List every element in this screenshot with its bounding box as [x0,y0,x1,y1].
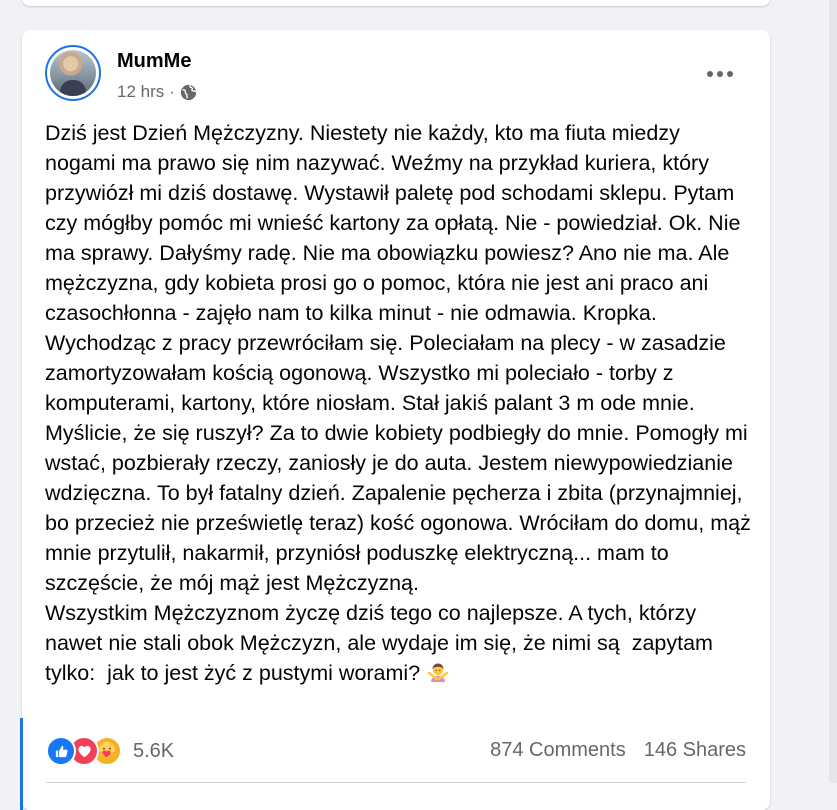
post-body: Dziś jest Dzień Mężczyzny. Niestety nie … [45,118,755,688]
woman-gesturing-no-emoji [426,660,450,684]
shares-count-link[interactable]: 146 Shares [644,736,746,764]
avatar[interactable] [45,45,101,101]
post-meta: 12 hrs · [117,82,197,102]
post-text: Dziś jest Dzień Mężczyzny. Niestety nie … [45,121,751,685]
previous-post-card [22,0,770,6]
more-options-icon[interactable] [702,58,738,90]
meta-separator: · [169,82,175,101]
selection-indicator [20,718,23,810]
post-stats: 874 Comments 146 Shares [490,736,746,764]
post-timestamp[interactable]: 12 hrs [117,82,164,102]
scrollbar-track[interactable] [829,0,837,783]
post-author-name[interactable]: MumMe [117,50,191,73]
like-icon [46,736,76,766]
globe-icon[interactable] [180,84,197,101]
reaction-count[interactable]: 5.6K [133,740,174,763]
reactions-summary[interactable]: 5.6K [46,736,174,766]
comments-count-link[interactable]: 874 Comments [490,736,626,764]
avatar-photo [50,50,96,96]
post-card: MumMe 12 hrs · Dziś jest Dzień Mężczyzny… [20,30,770,810]
